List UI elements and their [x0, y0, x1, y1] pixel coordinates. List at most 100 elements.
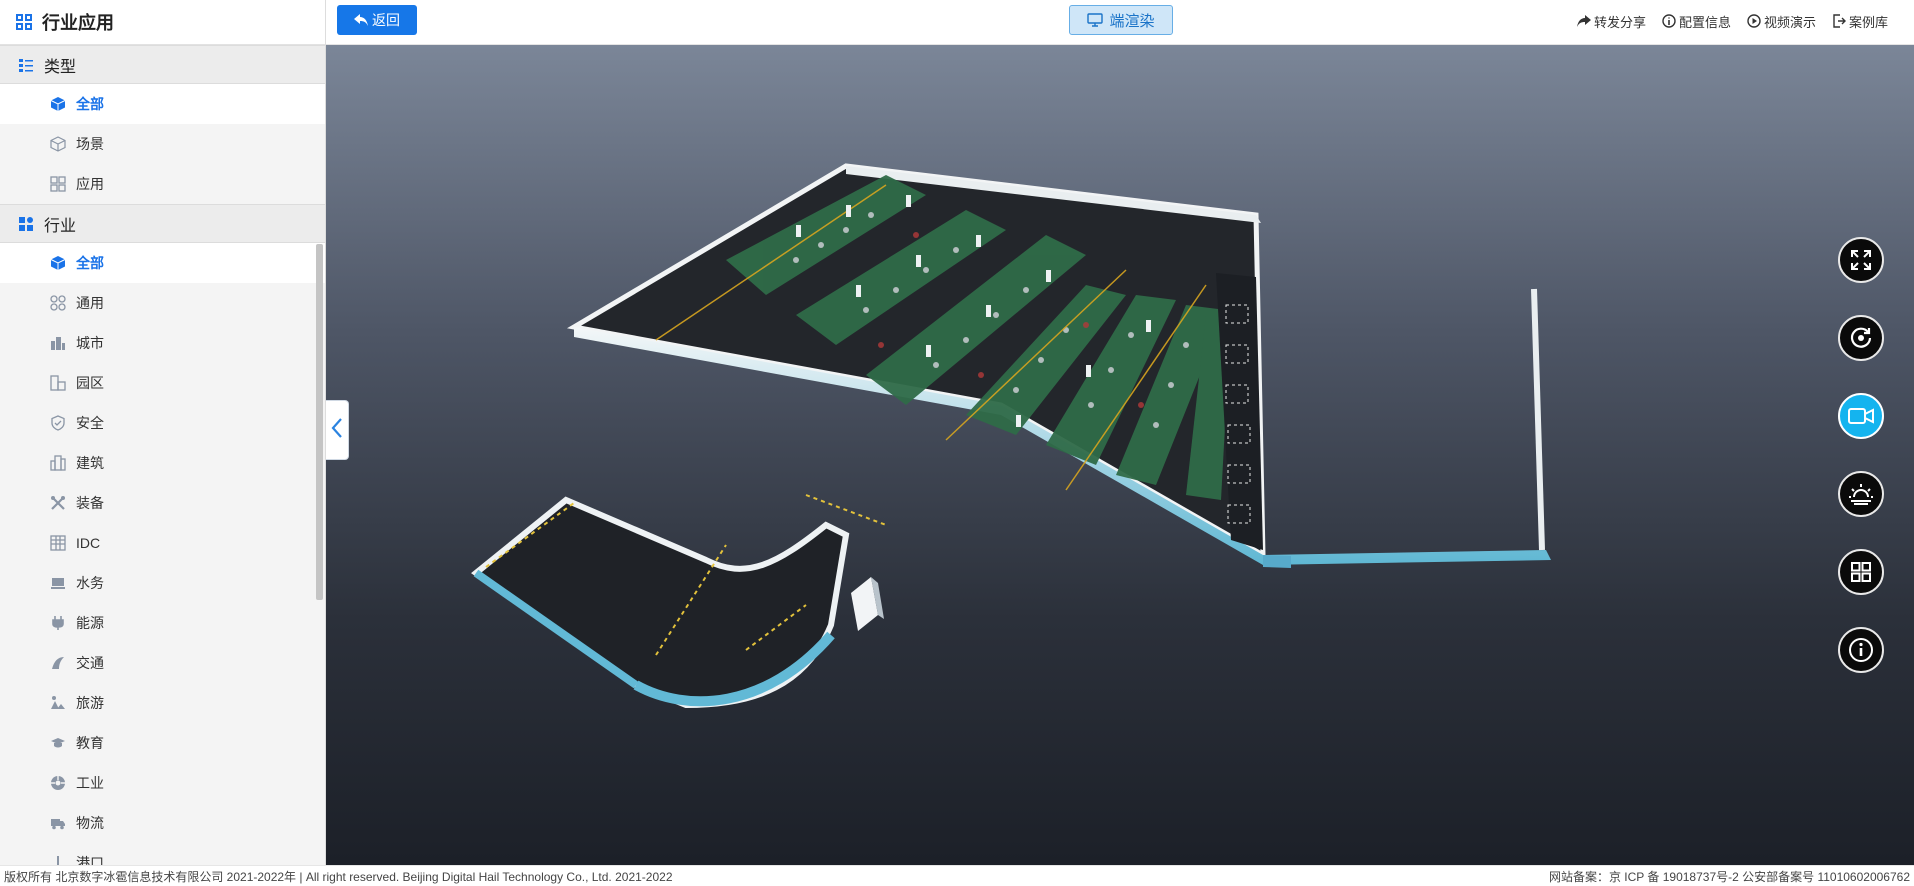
truck-icon [50, 815, 66, 831]
video-button[interactable] [1838, 393, 1884, 439]
industry-item-traffic[interactable]: 交通 [0, 643, 325, 683]
video-icon [1848, 407, 1874, 425]
monitor-icon [1087, 13, 1104, 27]
building-icon [50, 455, 66, 471]
park-icon [50, 375, 66, 391]
scene-viewport[interactable] [326, 45, 1914, 865]
collapse-sidebar-button[interactable] [326, 400, 349, 460]
list-icon [18, 57, 34, 73]
item-label: 港口 [76, 855, 104, 865]
cube-outline-icon [50, 136, 66, 152]
info-icon [1848, 637, 1874, 663]
item-label: 场景 [76, 136, 104, 152]
item-label: 水务 [76, 575, 104, 591]
van-model [851, 577, 884, 631]
item-label: 物流 [76, 815, 104, 831]
footer: 版权所有 北京数字冰雹信息技术有限公司 2021-2022年 | All rig… [0, 865, 1914, 886]
render-button[interactable]: 端渲染 [1069, 5, 1173, 35]
sidebar-title: 行业应用 [42, 13, 114, 33]
fullscreen-button[interactable] [1838, 237, 1884, 283]
item-label: 城市 [76, 335, 104, 351]
industry-item-security[interactable]: 安全 [0, 403, 325, 443]
item-label: 交通 [76, 655, 104, 671]
sidebar-header: 行业应用 [0, 0, 325, 45]
video-demo-label: 视频演示 [1763, 14, 1816, 30]
copyright-text: 版权所有 北京数字冰雹信息技术有限公司 2021-2022年 | All rig… [4, 869, 673, 884]
item-label: 教育 [76, 735, 104, 751]
info-button[interactable] [1838, 627, 1884, 673]
sidebar-scrollbar[interactable] [316, 244, 323, 600]
item-label: IDC [76, 535, 101, 551]
share-link[interactable]: 转发分享 [1576, 12, 1646, 31]
apps-icon [50, 295, 66, 311]
weather-button[interactable] [1838, 471, 1884, 517]
type-item-app[interactable]: 应用 [0, 164, 325, 204]
weather-icon [1848, 482, 1874, 506]
industry-item-water[interactable]: 水务 [0, 563, 325, 603]
shield-icon [50, 415, 66, 431]
layout-button[interactable] [1838, 549, 1884, 595]
type-item-scene[interactable]: 场景 [0, 124, 325, 164]
section-type[interactable]: 类型 [0, 45, 325, 84]
industry-item-tour[interactable]: 旅游 [0, 683, 325, 723]
industry-item-all[interactable]: 全部 [0, 243, 325, 283]
share-icon [1576, 15, 1594, 27]
case-library-link[interactable]: 案例库 [1832, 12, 1888, 31]
fullscreen-icon [1850, 249, 1872, 271]
industry-item-park[interactable]: 园区 [0, 363, 325, 403]
top-links: 转发分享 配置信息 视频演示 案例库 [1576, 0, 1888, 42]
view-toolbar [1838, 237, 1884, 673]
traffic-icon [50, 655, 66, 671]
section-label: 类型 [44, 58, 77, 76]
industry-item-industry[interactable]: 工业 [0, 763, 325, 803]
tour-icon [50, 695, 66, 711]
back-arrow-icon [354, 14, 368, 26]
industry-item-equipment[interactable]: 装备 [0, 483, 325, 523]
industry-item-energy[interactable]: 能源 [0, 603, 325, 643]
video-demo-link[interactable]: 视频演示 [1747, 12, 1816, 31]
industry-item-general[interactable]: 通用 [0, 283, 325, 323]
type-item-all[interactable]: 全部 [0, 84, 325, 124]
cube-icon [50, 96, 66, 112]
icp-record-text[interactable]: 网站备案：京 ICP 备 19018737号-2 公安部备案号 11010602… [1549, 868, 1910, 885]
plug-icon [50, 615, 66, 631]
grid-icon [50, 176, 66, 192]
item-label: 建筑 [76, 455, 104, 471]
industry-item-idc[interactable]: IDC [0, 523, 325, 563]
item-label: 旅游 [76, 695, 104, 711]
graduation-icon [50, 735, 66, 751]
section-industry[interactable]: 行业 [0, 204, 325, 243]
layout-icon [1850, 561, 1872, 583]
apps-icon [18, 216, 34, 232]
industry-item-education[interactable]: 教育 [0, 723, 325, 763]
item-label: 全部 [76, 96, 104, 112]
share-label: 转发分享 [1593, 14, 1646, 30]
sidebar: 行业应用 类型 全部 场景 应用 行业 全部 通用 城市 园区 安全 建筑 装备… [0, 0, 326, 865]
case-library-label: 案例库 [1848, 14, 1888, 30]
play-icon [1747, 14, 1764, 28]
chevron-left-icon [331, 417, 343, 444]
config-label: 配置信息 [1678, 14, 1731, 30]
apps-grid-icon [16, 14, 32, 30]
industry-item-city[interactable]: 城市 [0, 323, 325, 363]
item-label: 全部 [76, 255, 104, 271]
industry-item-building[interactable]: 建筑 [0, 443, 325, 483]
item-label: 通用 [76, 295, 104, 311]
industry-item-port[interactable]: 港口 [0, 843, 325, 865]
industry-item-logistics[interactable]: 物流 [0, 803, 325, 843]
rotate-icon [1849, 326, 1873, 350]
rotate-button[interactable] [1838, 315, 1884, 361]
item-label: 应用 [76, 176, 104, 192]
item-label: 园区 [76, 375, 104, 391]
config-link[interactable]: 配置信息 [1662, 12, 1731, 31]
tools-icon [50, 495, 66, 511]
industry-icon [50, 775, 66, 791]
cube-icon [50, 255, 66, 271]
top-bar: 返回 端渲染 转发分享 配置信息 视频演示 案例库 [326, 0, 1914, 45]
info-icon [1662, 14, 1679, 28]
port-icon [50, 855, 66, 865]
item-label: 工业 [76, 775, 104, 791]
item-label: 能源 [76, 615, 104, 631]
back-button[interactable]: 返回 [337, 5, 417, 35]
parking-garage-model [471, 163, 1551, 709]
